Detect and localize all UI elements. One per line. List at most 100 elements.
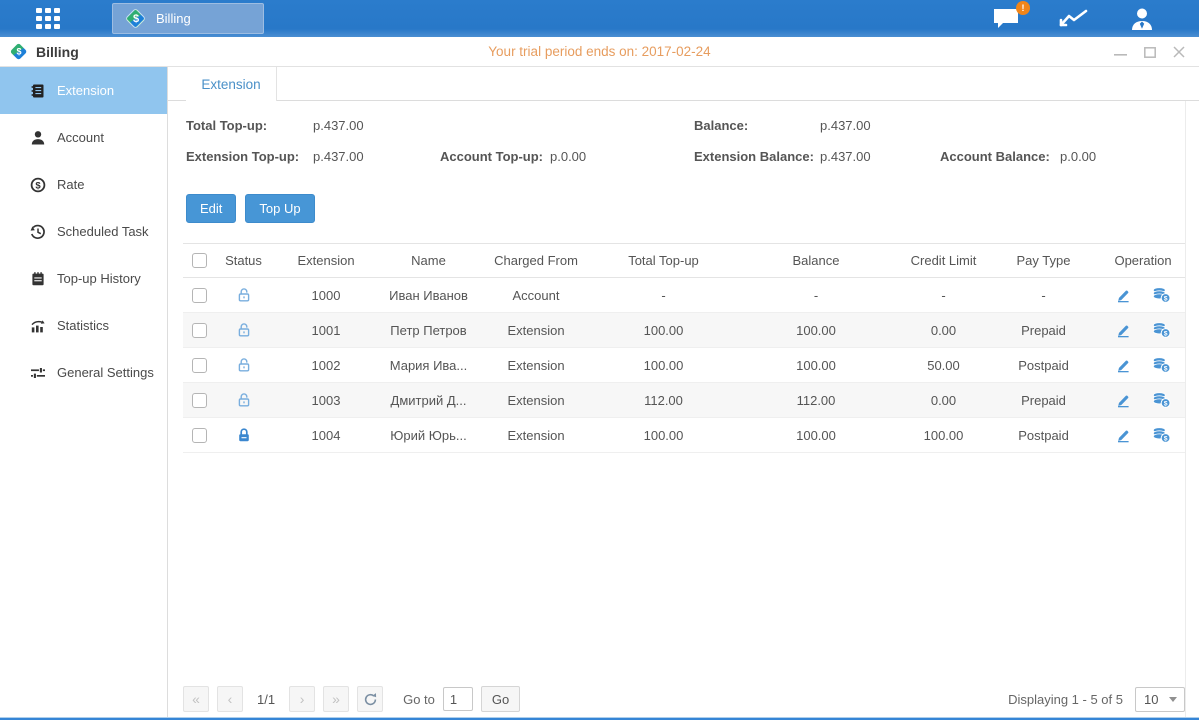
sidebar-item-statistics[interactable]: Statistics [0,302,167,349]
table-row[interactable]: 1002 Мария Ива... Extension 100.00 100.0… [183,348,1185,383]
cell-total-topup: 100.00 [596,313,731,348]
billing-app-icon: $ [125,8,147,30]
sidebar-label: General Settings [57,365,154,380]
cell-total-topup: 112.00 [596,383,731,418]
sidebar-item-general-settings[interactable]: General Settings [0,349,167,396]
notifications-icon[interactable]: ! [991,7,1021,31]
table-row[interactable]: 1003 Дмитрий Д... Extension 112.00 112.0… [183,383,1185,418]
cell-balance: 100.00 [731,313,901,348]
balance-label: Balance: [694,118,748,133]
table-header-row: Status Extension Name Charged From Total… [183,244,1185,278]
edit-row-icon[interactable] [1115,322,1131,338]
col-credit-limit: Credit Limit [901,244,986,278]
sidebar-label: Scheduled Task [57,224,149,239]
cell-extension: 1002 [271,348,381,383]
col-extension: Extension [271,244,381,278]
edit-row-icon[interactable] [1115,287,1131,303]
topup-row-icon[interactable]: $ [1152,322,1171,338]
sidebar-item-extension[interactable]: Extension [0,67,167,114]
next-page-button[interactable]: › [289,686,315,712]
close-button[interactable] [1173,46,1185,58]
row-checkbox[interactable] [192,323,207,338]
sidebar-label: Extension [57,83,114,98]
svg-text:$: $ [1164,401,1168,408]
extension-balance-value: p.437.00 [820,149,871,164]
cell-extension: 1001 [271,313,381,348]
cell-total-topup: 100.00 [596,348,731,383]
extension-topup-label: Extension Top-up: [186,149,299,164]
go-button[interactable]: Go [481,686,520,712]
table-row[interactable]: 1001 Петр Петров Extension 100.00 100.00… [183,313,1185,348]
topup-button[interactable]: Top Up [245,194,314,223]
refresh-icon [363,692,378,707]
desktop-topbar: $ Billing ! [0,0,1199,37]
edit-button[interactable]: Edit [186,194,236,223]
extension-topup-value: p.437.00 [313,149,364,164]
page-size-select[interactable]: 10 [1135,687,1185,712]
account-topup-value: p.0.00 [550,149,586,164]
topup-row-icon[interactable]: $ [1152,357,1171,373]
col-status: Status [216,244,271,278]
billing-window-icon: $ [10,42,28,60]
table-row[interactable]: 1000 Иван Иванов Account - - - - $ [183,278,1185,313]
notepad-icon [30,271,46,287]
sidebar-item-scheduled-task[interactable]: Scheduled Task [0,208,167,255]
svg-text:$: $ [1164,296,1168,303]
refresh-button[interactable] [357,686,383,712]
sidebar-item-account[interactable]: Account [0,114,167,161]
taskbar-billing-tab[interactable]: $ Billing [112,3,264,34]
row-checkbox[interactable] [192,288,207,303]
cell-balance: - [731,278,901,313]
page-indicator: 1/1 [257,692,275,707]
last-page-button[interactable]: » [323,686,349,712]
cell-charged-from: Account [476,278,596,313]
user-account-icon[interactable] [1129,6,1155,32]
account-topup-label: Account Top-up: [440,149,543,164]
total-topup-value: p.437.00 [313,118,364,133]
window-titlebar: $ Billing Your trial period ends on: 201… [0,37,1199,67]
edit-row-icon[interactable] [1115,357,1131,373]
col-balance: Balance [731,244,901,278]
trial-period-notice: Your trial period ends on: 2017-02-24 [0,44,1199,59]
status-unlocked-icon [236,322,252,338]
topup-row-icon[interactable]: $ [1152,427,1171,443]
person-icon [30,130,46,146]
svg-text:$: $ [35,180,41,191]
app-window: $ Billing ! [0,0,1199,720]
cell-pay-type: Prepaid [986,313,1101,348]
resource-monitor-icon[interactable] [1059,7,1091,31]
edit-row-icon[interactable] [1115,427,1131,443]
extensions-table: Status Extension Name Charged From Total… [183,243,1185,453]
edit-row-icon[interactable] [1115,392,1131,408]
select-all-checkbox[interactable] [192,253,207,268]
cell-credit-limit: - [901,278,986,313]
topup-row-icon[interactable]: $ [1152,287,1171,303]
prev-page-button[interactable]: ‹ [217,686,243,712]
col-charged-from: Charged From [476,244,596,278]
row-checkbox[interactable] [192,428,207,443]
cell-balance: 100.00 [731,348,901,383]
table-row[interactable]: 1004 Юрий Юрь... Extension 100.00 100.00… [183,418,1185,453]
maximize-button[interactable] [1144,47,1156,58]
sidebar-item-rate[interactable]: $ Rate [0,161,167,208]
minimize-button[interactable] [1114,47,1127,57]
goto-page-input[interactable] [443,687,473,711]
row-checkbox[interactable] [192,393,207,408]
cell-pay-type: Prepaid [986,383,1101,418]
cell-extension: 1000 [271,278,381,313]
col-total-topup: Total Top-up [596,244,731,278]
main-menu-grid-icon[interactable] [36,8,68,30]
statistics-chart-icon [30,318,46,334]
balance-summary: Total Top-up: p.437.00 Balance: p.437.00… [168,101,1199,191]
tab-extension[interactable]: Extension [186,67,277,101]
cell-extension: 1004 [271,418,381,453]
taskbar-tab-label: Billing [156,11,191,26]
col-operation: Operation [1101,244,1185,278]
row-checkbox[interactable] [192,358,207,373]
cell-credit-limit: 50.00 [901,348,986,383]
content-panel: Extension Total Top-up: p.437.00 Balance… [168,67,1199,717]
sidebar-item-topup-history[interactable]: Top-up History [0,255,167,302]
cell-credit-limit: 0.00 [901,313,986,348]
first-page-button[interactable]: « [183,686,209,712]
topup-row-icon[interactable]: $ [1152,392,1171,408]
